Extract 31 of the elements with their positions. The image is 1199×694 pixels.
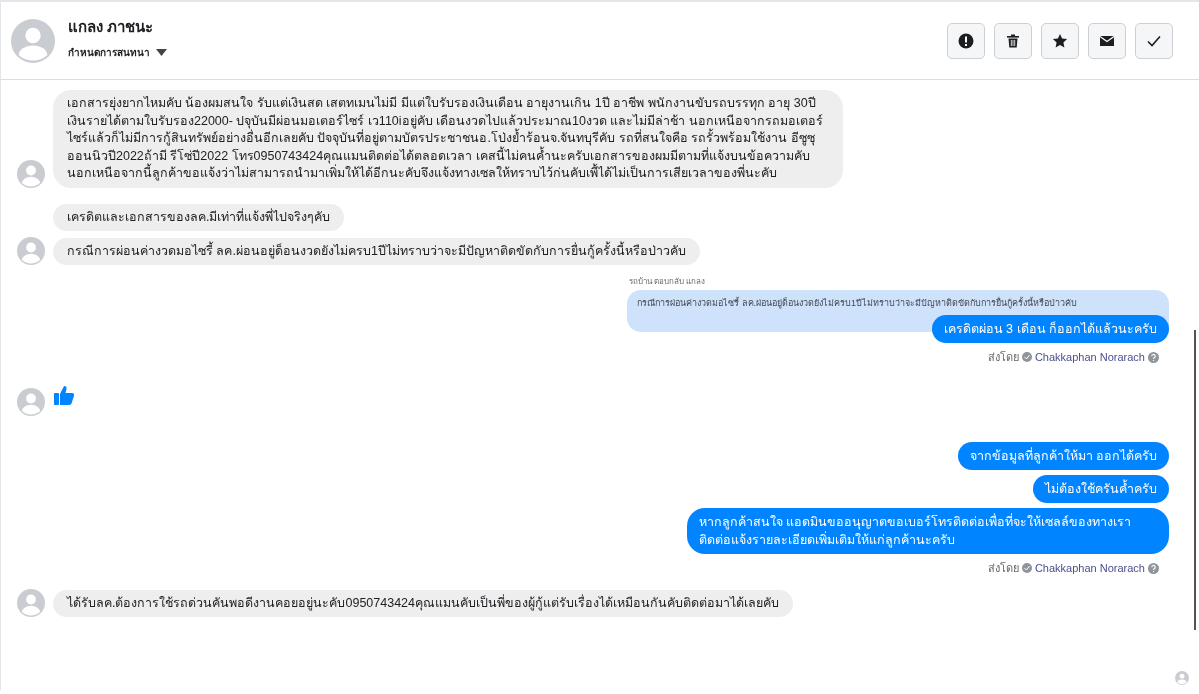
message-bubble: เครดิตผ่อน 3 เดือน ก็ออกได้แล้วนะครับ — [931, 315, 1169, 343]
message-bubble: กรณีการผ่อนค่างวดมอไซรี้ ลค.ผ่อนอยู่ด็อนงวดยังไม่ครบ1ปีไม่ทราบว่าจะมีปัญหาติดขัดกับการยื่นกู้ครั้งนี้หรือป่าวคับ — [53, 237, 700, 265]
conversation-settings-link[interactable]: กำหนดการสนทนา — [68, 45, 150, 60]
message-bubble: จากข้อมูลที่ลูกค้าให้มา ออกได้ครับ — [957, 442, 1169, 470]
dropdown-caret-icon[interactable] — [156, 49, 167, 56]
sender-name-link[interactable]: Chakkaphan Norarach — [1034, 562, 1145, 574]
sent-by-label: ส่งโดย — [987, 561, 1019, 576]
contact-name: แกลง ภาชนะ — [68, 17, 155, 37]
avatar-icon — [11, 18, 55, 63]
message-bubble: หากลูกค้าสนใจ แอดมินขออนุญาตขอเบอร์โทรติดต่อเพื่อที่จะให้เซลล์ของทางเราติดต่อแจ้งรายละเอียดเพิ่มเติมให้แก่ลูกค้านะครับ — [687, 508, 1169, 554]
message-bubble: ไม่ต้องใช้ครันค้ำครับ — [1033, 475, 1169, 503]
alert-icon — [958, 32, 974, 49]
message-bubble: เอกสารยุ่งยากไหมคับ น้องผมสนใจ รับแต่เงินสด เสตทเมนไม่มี มีแต่ใบรับรองเงินเดือน อายุงานเกิน 1ปี อาชีพ พนักงานขับรถบรรทุก อายุ 30ปี เงินรายได้ตามใบรับรอง22000- ปจุบันมีผ่อนมอเตอร์ไซร์ เว110iอยู่คับ เดือนงวดไปแล้วประมาณ10งวด และไม่มีล่าช้า นอกเหนือจากรถมอเตอร์ไซร์แล้วก็ไม่มีการกู้สินทรัพย์อย่างอื่นอีกเลยคับ ปัจจุบันที่อยู่ตามบัตรประชาชนอ.โป่งย้ำร้อนจ.จันทบุรีคับ รถที่สนใจคือ รถรั้วพร้อมใช้งาน อีซูซุออนนิวปี2022ถ้ามี รีโซ่ปี2022 โทร0950743424คุณแมนติดต่อได้ตลอดเวลา เคสนี้ไม่คนค้ำนะครับเอกสารของผมมีตามที่แจ้งบนข้อความคับนอกเหนือจากนี้ลูกค้าขอแจ้งว่าไม่สามารถนำมาเพิ่มให้ได้อีกนะคับจึงแจ้งทางเซลให้ทราบไว้ก่นคับเพื้ได้ไม่เป็นการเสียเวลาของพี่นะคับ — [53, 90, 843, 188]
message-bubble: เครดิตและเอกสารของลค.มีเท่าที่แจ้งพี่ไปจริงๆคับ — [53, 203, 345, 231]
star-icon — [1052, 32, 1068, 49]
star-button[interactable] — [1041, 22, 1079, 59]
help-icon[interactable] — [1148, 562, 1159, 574]
delete-button[interactable] — [994, 22, 1032, 59]
report-button[interactable] — [947, 22, 985, 59]
reply-label: รถบ้าน ตอบกลับ แกลง — [629, 277, 706, 286]
message-bubble: ได้รับลค.ต้องการใช้รถด่วนคันพอดีงานคอยอยู่นะคับ0950743424คุณแมนคับเป็นพี่ของผู้กู้แต่รับเรื่องได้เหมือนกันคับติดต่อมาได้เลยคับ — [53, 589, 793, 617]
trash-icon — [1005, 32, 1021, 49]
mark-unread-button[interactable] — [1088, 22, 1126, 59]
sent-by-label: ส่งโดย — [987, 350, 1019, 365]
thumbs-up-icon — [53, 384, 75, 406]
check-circle-icon — [1021, 352, 1032, 362]
check-circle-icon — [1021, 563, 1032, 573]
sender-name-link[interactable]: Chakkaphan Norarach — [1034, 351, 1145, 363]
seen-avatar-icon — [1175, 671, 1189, 685]
help-icon[interactable] — [1148, 351, 1159, 363]
scrollbar[interactable] — [1194, 330, 1196, 630]
